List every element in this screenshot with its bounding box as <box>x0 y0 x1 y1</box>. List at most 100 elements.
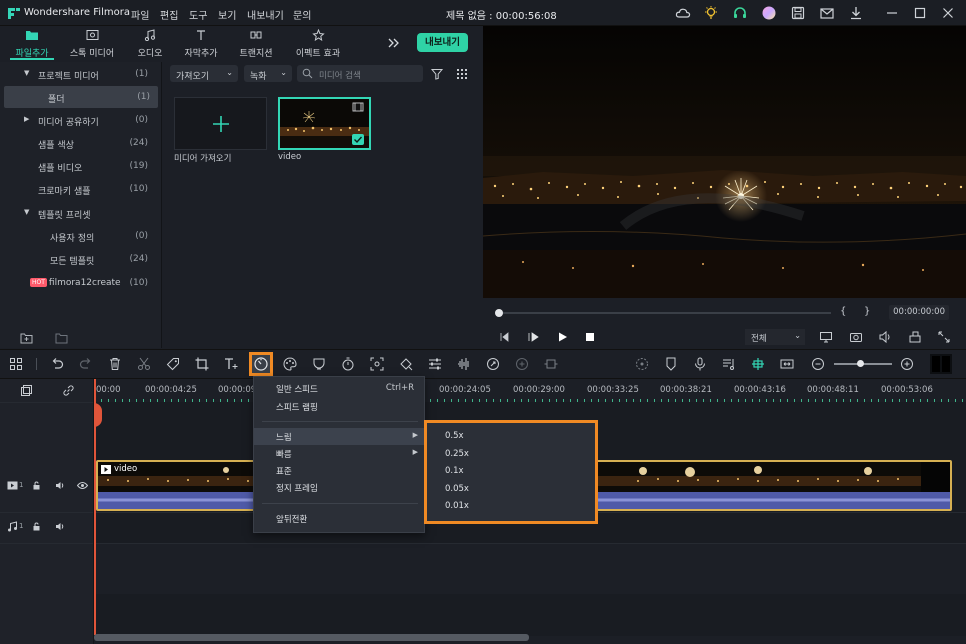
timeline-horizontal-scrollbar[interactable] <box>94 634 529 641</box>
maximize-icon[interactable] <box>912 5 928 21</box>
crop-icon[interactable] <box>194 356 210 372</box>
zoom-in-icon[interactable] <box>899 356 915 372</box>
tree-sample-video[interactable]: 샘플 비디오 (19) <box>0 155 160 177</box>
filter-icon[interactable] <box>430 67 444 81</box>
add-text-icon[interactable] <box>223 356 239 372</box>
auto-reframe-icon[interactable] <box>369 356 385 372</box>
mask-icon[interactable] <box>311 356 327 372</box>
marker-icon[interactable] <box>663 356 679 372</box>
menu-tools[interactable]: 도구 <box>189 7 207 22</box>
tree-filmora-create[interactable]: HOT filmora12create (10) <box>0 272 160 294</box>
menu-file[interactable]: 파일 <box>131 7 149 22</box>
audio-waveform-icon[interactable] <box>456 356 472 372</box>
new-folder-icon[interactable] <box>20 332 33 344</box>
tree-folder[interactable]: 폴더 (1) <box>4 86 158 108</box>
bulb-icon[interactable] <box>703 5 719 21</box>
more-tabs-icon[interactable] <box>385 35 401 51</box>
minimize-icon[interactable] <box>884 5 900 21</box>
cloud-icon[interactable] <box>675 5 691 21</box>
add-track-icon[interactable] <box>20 384 33 397</box>
menu-item-slow[interactable]: 느림 ▶ <box>254 428 424 445</box>
fit-timeline-icon[interactable] <box>779 356 795 372</box>
adjust-icon[interactable] <box>427 356 443 372</box>
tab-import[interactable]: 파일추가 <box>6 26 58 62</box>
keyframe-icon[interactable] <box>398 356 414 372</box>
zoom-slider-handle[interactable] <box>857 360 864 367</box>
grid-view-icon[interactable] <box>455 67 469 81</box>
tree-all-templates[interactable]: 모든 템플릿 (24) <box>0 248 160 270</box>
eye-icon[interactable] <box>77 481 88 490</box>
menu-item-speed-ramping[interactable]: 스피드 램핑 <box>254 398 424 415</box>
play-pause-icon[interactable] <box>527 331 539 343</box>
menu-item-freeze-frame[interactable]: 정지 프레임 <box>254 479 424 496</box>
import-dropdown[interactable]: 가져오기 ⌄ <box>170 65 238 82</box>
snap-magnet-icon[interactable] <box>750 356 766 372</box>
tab-effects[interactable]: 이펙트 효과 <box>290 26 346 62</box>
snapshot-icon[interactable] <box>849 330 863 344</box>
menu-help[interactable]: 문의 <box>293 7 311 22</box>
speaker-icon[interactable] <box>55 481 65 490</box>
layout-grid-icon[interactable] <box>8 356 24 372</box>
menu-item-uniform-speed[interactable]: 일반 스피드 Ctrl+R <box>254 380 424 397</box>
tree-template-preset[interactable]: ▼ 템플릿 프리셋 <box>0 202 160 224</box>
lock-icon[interactable] <box>32 481 41 490</box>
media-search-input[interactable]: 미디어 검색 <box>297 65 423 82</box>
menu-edit[interactable]: 편집 <box>160 7 178 22</box>
display-icon[interactable] <box>819 330 833 344</box>
quality-dropdown[interactable]: 전체 ⌄ <box>745 329 805 345</box>
scrubber-handle[interactable] <box>495 309 503 317</box>
audio-mix-icon[interactable] <box>721 356 737 372</box>
layout-toggle-icon[interactable] <box>930 354 952 374</box>
tag-icon[interactable] <box>165 356 181 372</box>
tab-stock-media[interactable]: 스톡 미디어 <box>62 26 122 62</box>
tree-sample-color[interactable]: 샘플 색상 (24) <box>0 132 160 154</box>
mark-in-button[interactable]: { <box>840 306 846 317</box>
zoom-out-icon[interactable] <box>810 356 826 372</box>
cut-icon[interactable] <box>136 356 152 372</box>
tree-project-media[interactable]: ▼ 프로젝트 미디어 (1) <box>0 63 160 85</box>
tab-titles[interactable]: 자막추가 <box>178 26 224 62</box>
redo-icon[interactable] <box>78 356 94 372</box>
tree-chroma-sample[interactable]: 크로마키 샘플 (10) <box>0 178 160 200</box>
lock-icon[interactable] <box>32 522 41 531</box>
playback-scrubber[interactable] <box>496 312 831 314</box>
save-icon[interactable] <box>790 5 806 21</box>
split-screen-icon[interactable] <box>543 356 559 372</box>
previous-frame-icon[interactable] <box>498 331 510 343</box>
menu-item-fast[interactable]: 빠름 ▶ <box>254 445 424 462</box>
speaker-icon[interactable] <box>55 522 65 531</box>
delete-icon[interactable] <box>107 356 123 372</box>
microphone-icon[interactable] <box>692 356 708 372</box>
menu-item-reverse[interactable]: 앞뒤전환 <box>254 510 424 527</box>
tab-transitions[interactable]: 트랜지션 <box>232 26 280 62</box>
mail-icon[interactable] <box>819 5 835 21</box>
menu-view[interactable]: 보기 <box>218 7 236 22</box>
color-palette-icon[interactable] <box>282 356 298 372</box>
video-media-tile[interactable] <box>278 97 371 150</box>
menu-export[interactable]: 내보내기 <box>247 7 284 22</box>
volume-icon[interactable] <box>878 330 892 344</box>
tree-custom[interactable]: 사용자 정의 (0) <box>0 225 160 247</box>
folder-outline-icon[interactable] <box>55 332 68 344</box>
menu-item-normal[interactable]: 표준 <box>254 462 424 479</box>
render-icon[interactable] <box>634 356 650 372</box>
link-icon[interactable] <box>62 384 75 397</box>
tab-audio[interactable]: 오디오 <box>128 26 172 62</box>
fullscreen-icon[interactable] <box>937 330 951 344</box>
headset-icon[interactable] <box>732 5 748 21</box>
stabilize-icon[interactable] <box>514 356 530 372</box>
import-media-tile[interactable] <box>174 97 267 150</box>
avatar-icon[interactable] <box>761 5 777 21</box>
motion-tracking-icon[interactable] <box>485 356 501 372</box>
speed-button[interactable] <box>249 352 273 376</box>
record-dropdown[interactable]: 녹화 ⌄ <box>244 65 292 82</box>
play-icon[interactable] <box>556 331 568 343</box>
timer-icon[interactable] <box>340 356 356 372</box>
tree-shared-media[interactable]: ▶ 미디어 공유하기 (0) <box>0 109 160 131</box>
undo-icon[interactable] <box>49 356 65 372</box>
render-preview-icon[interactable] <box>908 330 922 344</box>
export-button[interactable]: 내보내기 <box>417 33 468 52</box>
mark-out-button[interactable]: } <box>864 306 870 317</box>
stop-icon[interactable] <box>585 332 595 342</box>
close-icon[interactable] <box>940 5 956 21</box>
